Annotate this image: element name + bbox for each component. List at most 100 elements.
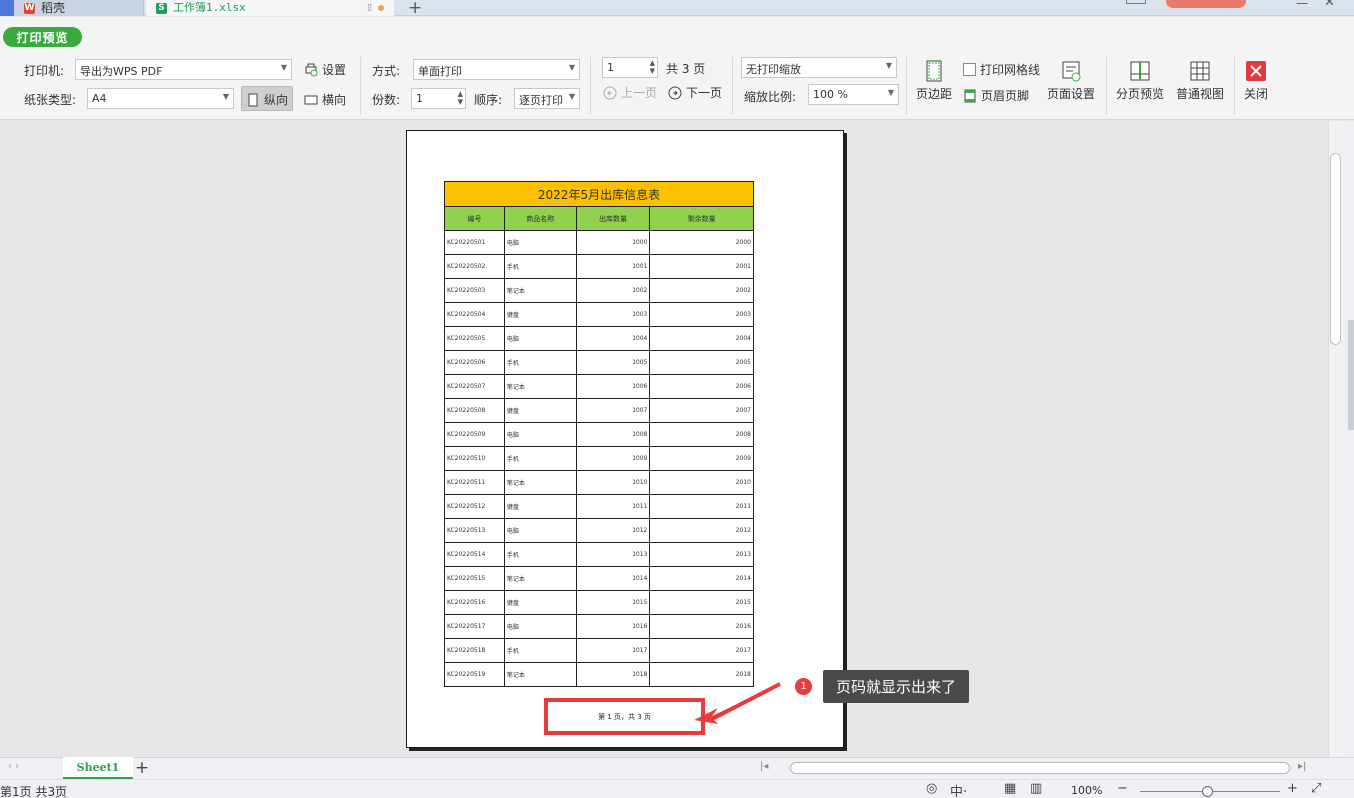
zoom-ratio-select[interactable]: 100 % ▼ <box>808 84 899 105</box>
table-cell: 1010 <box>575 470 651 495</box>
table-cell: 电脑 <box>503 518 577 543</box>
table-cell: 键盘 <box>503 494 577 519</box>
table-cell: 电脑 <box>503 326 577 351</box>
chevron-down-icon: ▼ <box>885 61 892 70</box>
table-cell: 电脑 <box>503 422 577 447</box>
next-page-button[interactable]: 下一页 <box>668 84 722 101</box>
page-layout-icon[interactable]: ▥ <box>1030 781 1042 796</box>
stepper-arrows-icon[interactable]: ▲ ▼ <box>458 90 463 106</box>
input-method-icon[interactable]: 中· <box>950 781 967 798</box>
checkbox-icon <box>963 63 976 76</box>
page-number-value: 1 <box>607 61 614 74</box>
window-restore-icon[interactable] <box>1126 0 1146 4</box>
landscape-icon <box>304 95 318 104</box>
table-cell: 键盘 <box>503 398 577 423</box>
table-cell: 1002 <box>575 278 651 303</box>
total-pages-label: 共 3 页 <box>666 62 706 76</box>
table-row: KC20220507 笔记本 1006 2006 <box>444 374 754 399</box>
side-panel-handle[interactable] <box>1348 320 1354 430</box>
print-preview-button[interactable]: 打印预览 <box>3 27 82 47</box>
stepper-arrows-icon[interactable]: ▲ ▼ <box>650 59 655 75</box>
eye-protection-icon[interactable]: ◎ <box>926 781 937 796</box>
close-icon <box>1246 61 1266 81</box>
zoom-in-icon[interactable]: + <box>1287 781 1298 796</box>
table-cell: 2013 <box>649 542 754 567</box>
hscroll-right-icon[interactable]: ▸| <box>1298 761 1306 772</box>
page-setup-button[interactable]: 页面设置 <box>1047 60 1095 102</box>
table-cell: 键盘 <box>503 590 577 615</box>
horizontal-scrollbar[interactable] <box>790 762 1290 774</box>
pin-icon[interactable]: ▯ <box>367 2 372 14</box>
right-side-panel <box>1344 121 1354 757</box>
add-sheet-button[interactable]: + <box>134 757 150 779</box>
table-cell: 1005 <box>575 350 651 375</box>
table-cell: 2004 <box>649 326 754 351</box>
normal-view-icon[interactable]: ▦ <box>1004 781 1016 796</box>
new-tab-button[interactable]: + <box>408 0 422 18</box>
print-scale-select[interactable]: 无打印缩放 ▼ <box>741 57 897 78</box>
print-order-select[interactable]: 逐页打印 ▼ <box>514 88 580 109</box>
zoom-ratio-label: 缩放比例: <box>744 90 797 104</box>
sheet-nav-arrows-icon[interactable]: ‹ › <box>8 761 19 772</box>
print-scale-value: 无打印缩放 <box>746 63 801 76</box>
chevron-down-icon: ▼ <box>568 92 575 101</box>
status-page-info: 第1页 共3页 <box>0 785 68 798</box>
portrait-label: 纵向 <box>264 93 289 107</box>
table-row: KC20220515 笔记本 1014 2014 <box>444 566 754 591</box>
sheet-tab-sheet1[interactable]: Sheet1 <box>63 757 133 779</box>
chevron-down-icon: ▼ <box>280 63 287 72</box>
hscroll-left-icon[interactable]: |◂ <box>760 761 768 772</box>
table-cell: 1006 <box>575 374 651 399</box>
vertical-scroll-thumb[interactable] <box>1330 153 1341 345</box>
margins-button[interactable]: 页边距 <box>916 60 952 102</box>
margins-label: 页边距 <box>916 87 953 101</box>
print-gridlines-checkbox[interactable]: 打印网格线 <box>963 61 1040 78</box>
header-footer-button[interactable]: 页眉页脚 <box>963 87 1029 104</box>
unsaved-dot-icon <box>378 5 384 11</box>
home-tab-edge[interactable] <box>0 0 14 16</box>
landscape-button[interactable]: 横向 <box>304 91 346 108</box>
paper-type-select[interactable]: A4 ▼ <box>87 88 234 109</box>
table-cell: 笔记本 <box>503 566 577 591</box>
portrait-icon <box>248 93 258 106</box>
table-cell: 手机 <box>503 638 577 663</box>
table-cell: 笔记本 <box>503 374 577 399</box>
tab-workbook[interactable]: S 工作簿1.xlsx ▯ <box>146 0 394 16</box>
zoom-out-icon[interactable]: − <box>1117 781 1128 796</box>
table-cell: 手机 <box>503 446 577 471</box>
zoom-slider-knob[interactable] <box>1202 786 1213 797</box>
table-cell: 1018 <box>575 662 651 687</box>
toolbar-divider <box>732 57 733 115</box>
close-preview-button[interactable]: 关闭 <box>1244 60 1268 102</box>
prev-page-button[interactable]: 上一页 <box>603 84 657 101</box>
table-cell: 2011 <box>649 494 754 519</box>
print-mode-select[interactable]: 单面打印 ▼ <box>413 59 580 80</box>
table-cell: 1003 <box>575 302 651 327</box>
table-row: KC20220506 手机 1005 2005 <box>444 350 754 375</box>
printer-select[interactable]: 导出为WPS PDF ▼ <box>75 59 292 80</box>
user-account-badge[interactable] <box>1166 0 1246 8</box>
printer-settings-button[interactable]: 设置 <box>304 61 346 78</box>
toolbar-divider <box>590 57 591 115</box>
next-page-label: 下一页 <box>686 86 723 100</box>
portrait-button[interactable]: 纵向 <box>241 86 293 111</box>
page-break-preview-button[interactable]: 分页预览 <box>1116 60 1164 102</box>
table-cell: 1007 <box>575 398 651 423</box>
normal-view-button[interactable]: 普通视图 <box>1176 60 1224 102</box>
tab-workbook-label: 工作簿1.xlsx <box>173 1 246 14</box>
table-cell: 1001 <box>575 254 651 279</box>
table-row: KC20220517 电脑 1016 2016 <box>444 614 754 639</box>
copies-value: 1 <box>416 92 423 105</box>
normal-view-label: 普通视图 <box>1176 87 1225 101</box>
fullscreen-icon[interactable]: ⤢ <box>1311 781 1321 796</box>
minimize-icon[interactable]: — <box>1296 0 1308 10</box>
tab-docer[interactable]: W 稻壳 <box>14 0 144 16</box>
table-cell: KC20220501 <box>444 230 505 255</box>
window-close-icon[interactable]: ✕ <box>1324 0 1335 10</box>
copies-stepper[interactable]: 1 ▲ ▼ <box>411 88 466 109</box>
paper-type-value: A4 <box>92 92 107 105</box>
status-zoom-value[interactable]: 100% <box>1071 784 1102 797</box>
printer-settings-icon <box>305 63 318 76</box>
chevron-down-icon: ▼ <box>568 63 575 72</box>
page-number-stepper[interactable]: 1 ▲ ▼ <box>602 57 658 78</box>
